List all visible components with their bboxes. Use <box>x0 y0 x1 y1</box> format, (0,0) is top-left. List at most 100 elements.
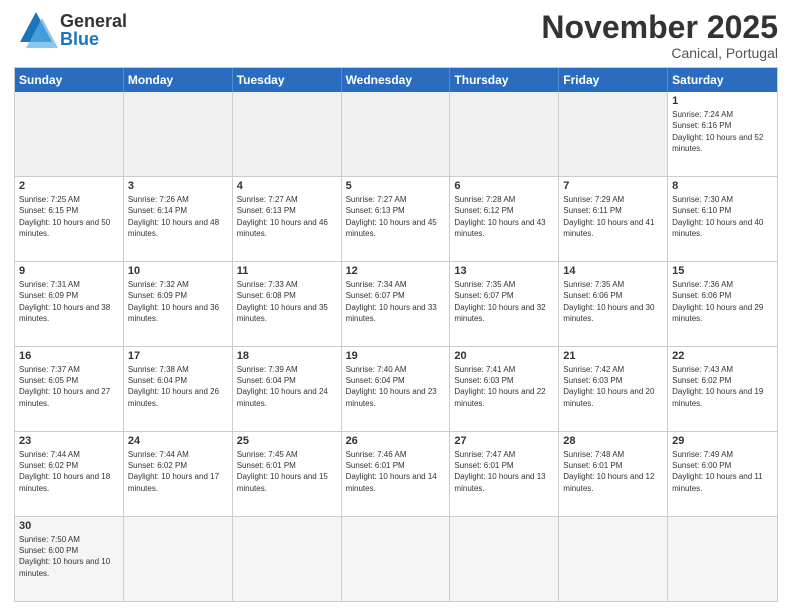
cell-info: Sunrise: 7:44 AM Sunset: 6:02 PM Dayligh… <box>128 449 228 494</box>
cell-info: Sunrise: 7:48 AM Sunset: 6:01 PM Dayligh… <box>563 449 663 494</box>
calendar-cell: 30Sunrise: 7:50 AM Sunset: 6:00 PM Dayli… <box>15 517 124 601</box>
calendar-cell <box>124 92 233 176</box>
calendar-row: 16Sunrise: 7:37 AM Sunset: 6:05 PM Dayli… <box>15 347 777 432</box>
day-number: 6 <box>454 180 554 192</box>
calendar-cell <box>15 92 124 176</box>
calendar-cell <box>559 92 668 176</box>
calendar-cell: 27Sunrise: 7:47 AM Sunset: 6:01 PM Dayli… <box>450 432 559 516</box>
calendar-row: 2 Sunrise: 7:25 AM Sunset: 6:15 PM Daylig… <box>15 177 777 262</box>
day-number: 10 <box>128 265 228 277</box>
logo: General Blue <box>14 10 127 50</box>
day-header: Monday <box>124 68 233 92</box>
calendar-body: 1 Sunrise: 7:24 AM Sunset: 6:16 PM Daylig… <box>15 92 777 601</box>
calendar-cell: 12 Sunrise: 7:34 AM Sunset: 6:07 PM Dayli… <box>342 262 451 346</box>
calendar-cell <box>450 92 559 176</box>
calendar-cell: 15Sunrise: 7:36 AM Sunset: 6:06 PM Dayli… <box>668 262 777 346</box>
cell-info: Sunrise: 7:30 AM Sunset: 6:10 PM Dayligh… <box>672 194 773 239</box>
logo-general-text: General <box>60 12 127 30</box>
cell-info: Sunrise: 7:49 AM Sunset: 6:00 PM Dayligh… <box>672 449 773 494</box>
day-number: 15 <box>672 265 773 277</box>
day-number: 11 <box>237 265 337 277</box>
day-number: 3 <box>128 180 228 192</box>
cell-info: Sunrise: 7:34 AM Sunset: 6:07 PM Dayligh… <box>346 279 446 324</box>
day-number: 17 <box>128 350 228 362</box>
header: General Blue November 2025 Canical, Port… <box>14 10 778 61</box>
day-number: 5 <box>346 180 446 192</box>
cell-info: Sunrise: 7:26 AM Sunset: 6:14 PM Dayligh… <box>128 194 228 239</box>
cell-info: Sunrise: 7:24 AM Sunset: 6:16 PM Dayligh… <box>672 109 773 154</box>
day-headers: SundayMondayTuesdayWednesdayThursdayFrid… <box>15 68 777 92</box>
cell-info: Sunrise: 7:37 AM Sunset: 6:05 PM Dayligh… <box>19 364 119 409</box>
day-number: 28 <box>563 435 663 447</box>
cell-info: Sunrise: 7:35 AM Sunset: 6:06 PM Dayligh… <box>563 279 663 324</box>
calendar-cell: 2 Sunrise: 7:25 AM Sunset: 6:15 PM Daylig… <box>15 177 124 261</box>
day-number: 19 <box>346 350 446 362</box>
cell-info: Sunrise: 7:41 AM Sunset: 6:03 PM Dayligh… <box>454 364 554 409</box>
calendar-cell: 25 Sunrise: 7:45 AM Sunset: 6:01 PM Dayli… <box>233 432 342 516</box>
calendar-cell <box>559 517 668 601</box>
calendar-cell: 17 Sunrise: 7:38 AM Sunset: 6:04 PM Dayli… <box>124 347 233 431</box>
cell-info: Sunrise: 7:43 AM Sunset: 6:02 PM Dayligh… <box>672 364 773 409</box>
day-number: 26 <box>346 435 446 447</box>
day-number: 20 <box>454 350 554 362</box>
cell-info: Sunrise: 7:40 AM Sunset: 6:04 PM Dayligh… <box>346 364 446 409</box>
calendar-cell <box>450 517 559 601</box>
day-number: 7 <box>563 180 663 192</box>
day-number: 1 <box>672 95 773 107</box>
calendar-cell: 14 Sunrise: 7:35 AM Sunset: 6:06 PM Dayli… <box>559 262 668 346</box>
logo-blue-text: Blue <box>60 30 127 48</box>
day-number: 23 <box>19 435 119 447</box>
calendar-cell: 5Sunrise: 7:27 AM Sunset: 6:13 PM Daylig… <box>342 177 451 261</box>
calendar-cell: 22 Sunrise: 7:43 AM Sunset: 6:02 PM Dayli… <box>668 347 777 431</box>
title-area: November 2025 Canical, Portugal <box>541 10 778 61</box>
calendar-cell <box>233 92 342 176</box>
calendar-cell: 9 Sunrise: 7:31 AM Sunset: 6:09 PM Daylig… <box>15 262 124 346</box>
calendar-cell: 20 Sunrise: 7:41 AM Sunset: 6:03 PM Dayli… <box>450 347 559 431</box>
month-title: November 2025 <box>541 10 778 45</box>
day-number: 21 <box>563 350 663 362</box>
page: General Blue November 2025 Canical, Port… <box>0 0 792 612</box>
day-number: 24 <box>128 435 228 447</box>
calendar-row: 9 Sunrise: 7:31 AM Sunset: 6:09 PM Daylig… <box>15 262 777 347</box>
calendar-cell: 24 Sunrise: 7:44 AM Sunset: 6:02 PM Dayli… <box>124 432 233 516</box>
day-header: Tuesday <box>233 68 342 92</box>
cell-info: Sunrise: 7:38 AM Sunset: 6:04 PM Dayligh… <box>128 364 228 409</box>
day-number: 13 <box>454 265 554 277</box>
cell-info: Sunrise: 7:28 AM Sunset: 6:12 PM Dayligh… <box>454 194 554 239</box>
calendar-row: 1 Sunrise: 7:24 AM Sunset: 6:16 PM Daylig… <box>15 92 777 177</box>
day-number: 8 <box>672 180 773 192</box>
cell-info: Sunrise: 7:29 AM Sunset: 6:11 PM Dayligh… <box>563 194 663 239</box>
calendar-cell: 29Sunrise: 7:49 AM Sunset: 6:00 PM Dayli… <box>668 432 777 516</box>
day-header: Friday <box>559 68 668 92</box>
calendar-cell: 18Sunrise: 7:39 AM Sunset: 6:04 PM Dayli… <box>233 347 342 431</box>
calendar-cell: 21Sunrise: 7:42 AM Sunset: 6:03 PM Dayli… <box>559 347 668 431</box>
day-number: 14 <box>563 265 663 277</box>
day-header: Sunday <box>15 68 124 92</box>
calendar-cell: 3 Sunrise: 7:26 AM Sunset: 6:14 PM Daylig… <box>124 177 233 261</box>
cell-info: Sunrise: 7:44 AM Sunset: 6:02 PM Dayligh… <box>19 449 119 494</box>
day-number: 2 <box>19 180 119 192</box>
calendar-cell <box>124 517 233 601</box>
day-number: 22 <box>672 350 773 362</box>
cell-info: Sunrise: 7:33 AM Sunset: 6:08 PM Dayligh… <box>237 279 337 324</box>
day-number: 4 <box>237 180 337 192</box>
day-header: Saturday <box>668 68 777 92</box>
calendar-cell <box>668 517 777 601</box>
calendar-cell: 13Sunrise: 7:35 AM Sunset: 6:07 PM Dayli… <box>450 262 559 346</box>
day-number: 27 <box>454 435 554 447</box>
calendar: SundayMondayTuesdayWednesdayThursdayFrid… <box>14 67 778 602</box>
calendar-cell: 10Sunrise: 7:32 AM Sunset: 6:09 PM Dayli… <box>124 262 233 346</box>
calendar-cell: 1 Sunrise: 7:24 AM Sunset: 6:16 PM Daylig… <box>668 92 777 176</box>
calendar-cell <box>233 517 342 601</box>
location: Canical, Portugal <box>541 45 778 61</box>
cell-info: Sunrise: 7:45 AM Sunset: 6:01 PM Dayligh… <box>237 449 337 494</box>
cell-info: Sunrise: 7:31 AM Sunset: 6:09 PM Dayligh… <box>19 279 119 324</box>
day-number: 12 <box>346 265 446 277</box>
cell-info: Sunrise: 7:50 AM Sunset: 6:00 PM Dayligh… <box>19 534 119 579</box>
day-number: 9 <box>19 265 119 277</box>
cell-info: Sunrise: 7:27 AM Sunset: 6:13 PM Dayligh… <box>237 194 337 239</box>
calendar-cell <box>342 517 451 601</box>
cell-info: Sunrise: 7:25 AM Sunset: 6:15 PM Dayligh… <box>19 194 119 239</box>
calendar-cell: 11 Sunrise: 7:33 AM Sunset: 6:08 PM Dayli… <box>233 262 342 346</box>
day-number: 25 <box>237 435 337 447</box>
